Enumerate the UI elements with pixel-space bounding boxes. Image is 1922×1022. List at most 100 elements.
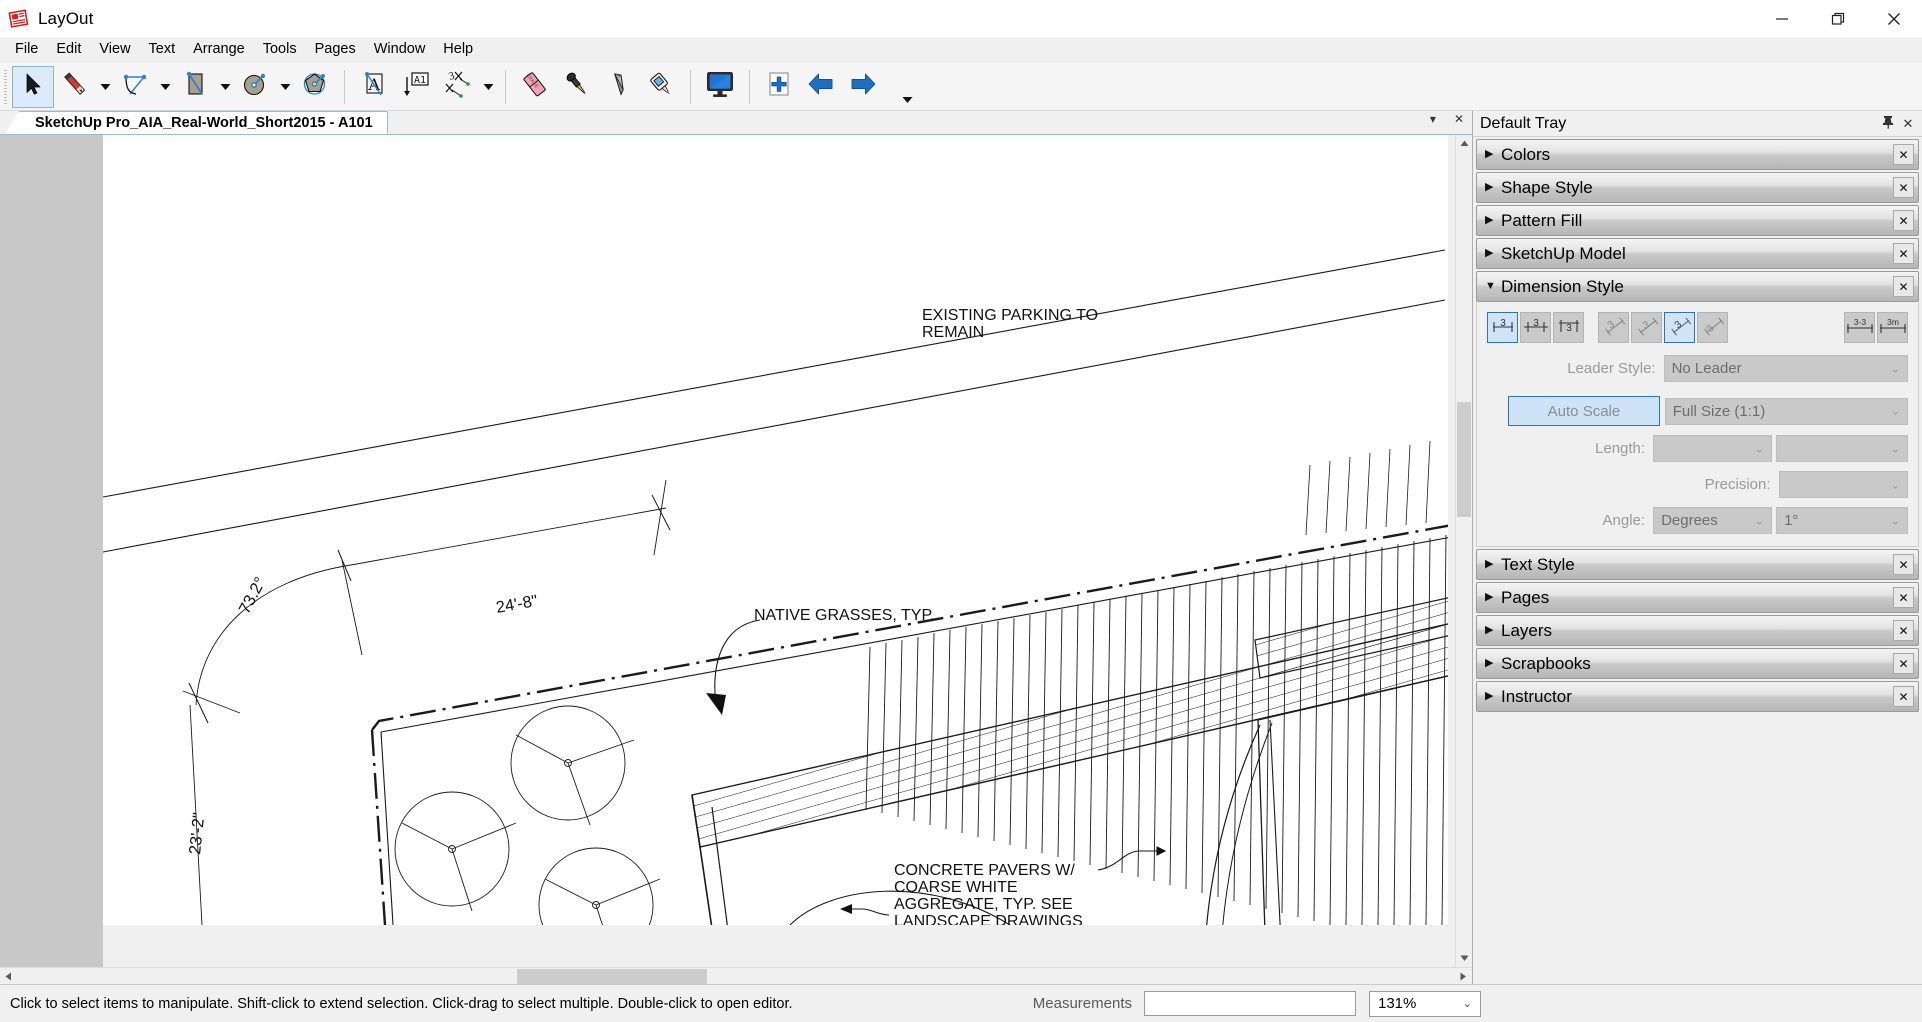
angle-format-select[interactable]: Degrees ⌄ (1653, 507, 1772, 534)
start-presentation[interactable] (699, 66, 741, 108)
select-tool[interactable] (12, 66, 54, 108)
add-page[interactable] (758, 66, 800, 108)
panel-dimension-style-close-icon[interactable]: ✕ (1893, 276, 1914, 297)
scroll-up-button[interactable] (1456, 135, 1472, 152)
canvas-horizontal-scrollbar[interactable] (0, 967, 1472, 984)
dim-text-align-horizontal-button[interactable]: 3 (1598, 312, 1629, 343)
dim-segment-split-button[interactable]: 3-3 (1844, 312, 1875, 343)
menu-arrange[interactable]: Arrange (184, 39, 254, 60)
menu-file[interactable]: File (6, 39, 47, 60)
text-tool[interactable]: A (353, 66, 395, 108)
panel-layers[interactable]: ▶ Layers ✕ (1476, 615, 1919, 646)
scroll-left-button[interactable] (0, 968, 17, 985)
length-units-select[interactable]: ⌄ (1776, 435, 1908, 462)
panel-instructor-close-icon[interactable]: ✕ (1893, 686, 1914, 707)
next-page[interactable] (842, 66, 884, 108)
arc-tool-dropdown[interactable] (156, 66, 174, 108)
toolbar-overflow-button[interactable] (898, 92, 916, 108)
arc-tool[interactable] (114, 66, 156, 108)
menu-help[interactable]: Help (434, 39, 482, 60)
panel-pages-close-icon[interactable]: ✕ (1893, 587, 1914, 608)
panel-text-style-close-icon[interactable]: ✕ (1893, 554, 1914, 575)
scroll-down-button[interactable] (1456, 950, 1472, 967)
panel-sketchup-model-close-icon[interactable]: ✕ (1893, 243, 1914, 264)
zoom-level-select[interactable]: 131% ⌄ (1369, 991, 1481, 1017)
menu-edit[interactable]: Edit (47, 39, 90, 60)
horizontal-scroll-thumb[interactable] (517, 969, 707, 984)
canvas-vertical-scrollbar[interactable] (1455, 135, 1472, 967)
dim-text-align-perpendicular-button[interactable]: 3 (1697, 312, 1728, 343)
measurements-input[interactable] (1144, 991, 1356, 1016)
scale-select[interactable]: Full Size (1:1) ⌄ (1665, 398, 1908, 425)
panel-dimension-style[interactable]: ▼ Dimension Style ✕ (1476, 271, 1919, 302)
menu-window[interactable]: Window (365, 39, 435, 60)
panel-scrapbooks[interactable]: ▶ Scrapbooks ✕ (1476, 648, 1919, 679)
dim-text-align-vertical-button[interactable]: 3 (1631, 312, 1662, 343)
auto-scale-label: Auto Scale (1548, 403, 1621, 420)
panel-pages[interactable]: ▶ Pages ✕ (1476, 582, 1919, 613)
angle-precision-select[interactable]: 1° ⌄ (1776, 507, 1908, 534)
menu-pages[interactable]: Pages (306, 39, 365, 60)
dimension-tool[interactable]: 3 (437, 66, 479, 108)
rectangle-tool[interactable] (174, 66, 216, 108)
dim-ends-inside-button[interactable]: 3 (1487, 312, 1518, 343)
menu-tools[interactable]: Tools (254, 39, 306, 60)
menu-view[interactable]: View (90, 39, 139, 60)
vertical-scroll-track[interactable] (1456, 152, 1472, 950)
panel-scrapbooks-close-icon[interactable]: ✕ (1893, 653, 1914, 674)
drawing-canvas[interactable]: 24'-8" 73.2° 23'-2" EXISTING PARKING TO … (0, 135, 1455, 967)
toolbar-separator-1 (344, 70, 345, 104)
precision-select[interactable]: ⌄ (1779, 471, 1908, 498)
circle-tool-dropdown[interactable] (276, 66, 294, 108)
dim-text-align-aligned-button[interactable]: 3 (1664, 312, 1695, 343)
circle-tool[interactable] (234, 66, 276, 108)
dim-segment-joined-button[interactable]: 3m (1877, 312, 1908, 343)
pin-icon[interactable] (1878, 115, 1898, 132)
panel-pattern-fill-close-icon[interactable]: ✕ (1893, 210, 1914, 231)
toolbar-separator-3 (690, 70, 691, 104)
dim-text-rot-b-icon: 3 (1634, 313, 1660, 342)
rectangle-tool-dropdown[interactable] (216, 66, 234, 108)
menu-text[interactable]: Text (140, 39, 185, 60)
vertical-scroll-thumb[interactable] (1457, 402, 1471, 517)
dim-ends-outside-button[interactable]: 3 (1520, 312, 1551, 343)
polygon-tool[interactable] (294, 66, 336, 108)
document-tab-menu-icon[interactable]: ▾ (1426, 113, 1440, 125)
panel-text-style-chevron-icon: ▶ (1485, 559, 1499, 570)
scroll-right-button[interactable] (1455, 968, 1472, 985)
length-format-select[interactable]: ⌄ (1653, 435, 1772, 462)
arc-icon (121, 70, 149, 103)
panel-layers-close-icon[interactable]: ✕ (1893, 620, 1914, 641)
toolbar-grip[interactable] (2, 70, 9, 104)
join-tool[interactable] (640, 66, 682, 108)
panel-shape-style[interactable]: ▶ Shape Style ✕ (1476, 172, 1919, 203)
close-button[interactable] (1866, 0, 1922, 37)
leader-style-value: No Leader (1672, 360, 1742, 377)
panel-shape-style-close-icon[interactable]: ✕ (1893, 177, 1914, 198)
panel-pattern-fill[interactable]: ▶ Pattern Fill ✕ (1476, 205, 1919, 236)
previous-page[interactable] (800, 66, 842, 108)
auto-scale-button[interactable]: Auto Scale (1508, 396, 1659, 426)
tray-close-icon[interactable]: ✕ (1898, 116, 1918, 132)
panel-shape-style-label: Shape Style (1501, 178, 1593, 198)
document-tab[interactable]: SketchUp Pro_AIA_Real-World_Short2015 - … (18, 111, 388, 134)
style-tool[interactable] (556, 66, 598, 108)
split-tool[interactable] (598, 66, 640, 108)
precision-chevron-down-icon: ⌄ (1891, 478, 1900, 491)
label-tool[interactable]: A1 (395, 66, 437, 108)
document-tab-close-icon[interactable]: ✕ (1450, 113, 1468, 125)
dim-ends-mixed-button[interactable]: 3 (1553, 312, 1584, 343)
maximize-button[interactable] (1810, 0, 1866, 37)
panel-sketchup-model[interactable]: ▶ SketchUp Model ✕ (1476, 238, 1919, 269)
panel-colors[interactable]: ▶ Colors ✕ (1476, 139, 1919, 170)
dimension-tool-dropdown[interactable] (479, 66, 497, 108)
leader-style-select[interactable]: No Leader ⌄ (1664, 355, 1908, 382)
line-tool-dropdown[interactable] (96, 66, 114, 108)
minimize-button[interactable] (1754, 0, 1810, 37)
panel-instructor[interactable]: ▶ Instructor ✕ (1476, 681, 1919, 712)
panel-colors-close-icon[interactable]: ✕ (1893, 144, 1914, 165)
horizontal-scroll-track[interactable] (17, 968, 1455, 985)
eraser-tool[interactable]: ERASE (514, 66, 556, 108)
line-tool[interactable] (54, 66, 96, 108)
panel-text-style[interactable]: ▶ Text Style ✕ (1476, 549, 1919, 580)
